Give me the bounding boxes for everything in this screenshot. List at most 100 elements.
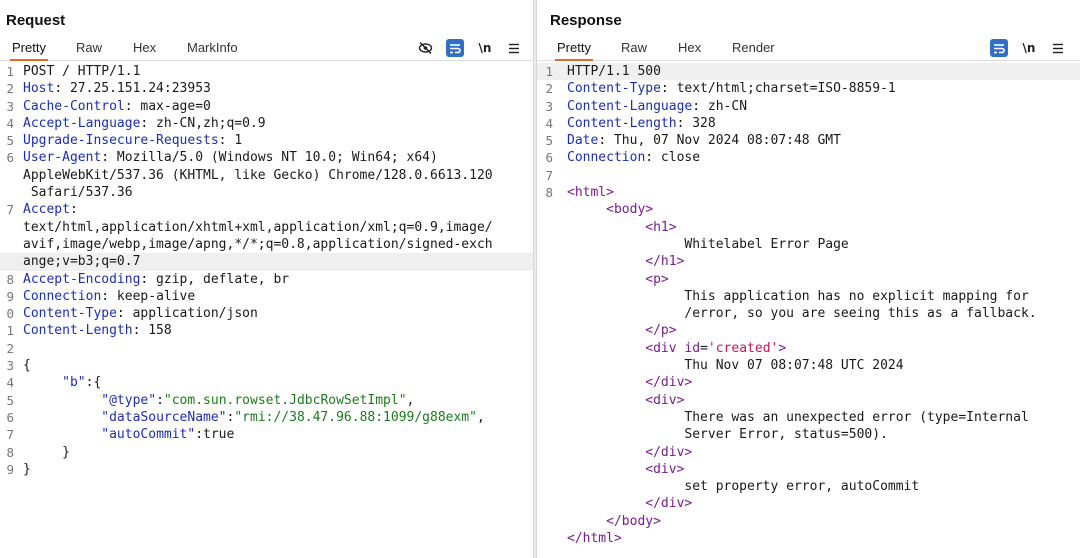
wrap-lines-icon[interactable] xyxy=(990,39,1008,57)
request-tab-markinfo[interactable]: MarkInfo xyxy=(185,40,240,61)
code-text: </h1> xyxy=(567,253,684,270)
line-number: 7 xyxy=(6,202,14,218)
request-tabs: Pretty Raw Hex MarkInfo \n xyxy=(0,36,533,61)
code-token: <div> xyxy=(645,392,685,408)
code-token: "rmi://38.47.96.88:1099/g88exm" xyxy=(234,409,477,425)
code-token: /error, so you are seeing this as a fall… xyxy=(567,306,1037,322)
code-token: avif,image/webp,image/apng,*/*;q=0.8,app… xyxy=(23,236,493,252)
code-text: Server Error, status=500). xyxy=(567,426,888,443)
menu-icon[interactable] xyxy=(1049,39,1067,57)
request-code-line: 8 } xyxy=(0,444,533,461)
response-code-line: Whitelabel Error Page xyxy=(537,236,1080,253)
code-token: Connection xyxy=(23,288,102,304)
code-token: Content-Length xyxy=(567,115,677,131)
code-token: Content-Language xyxy=(567,98,693,114)
code-token: Server Error, status=500). xyxy=(567,427,888,443)
code-token: There was an unexpected error (type=Inte… xyxy=(567,409,1029,425)
code-token: User-Agent xyxy=(23,150,102,166)
code-text: "dataSourceName":"rmi://38.47.96.88:1099… xyxy=(23,409,485,426)
code-token: HTTP/1.1 500 xyxy=(567,64,661,79)
code-token: set property error, autoCommit xyxy=(567,479,920,495)
response-code-line: /error, so you are seeing this as a fall… xyxy=(537,305,1080,322)
response-title: Response xyxy=(550,12,622,29)
response-code-line: Thu Nov 07 08:07:48 UTC 2024 xyxy=(537,357,1080,374)
code-text: There was an unexpected error (type=Inte… xyxy=(567,409,1029,426)
code-token: </p> xyxy=(645,323,677,339)
line-number: 3 xyxy=(6,98,14,114)
request-editor[interactable]: 1 POST / HTTP/1.1 2 Host: 27.25.151.24:2395… xyxy=(0,63,533,558)
response-tab-raw[interactable]: Raw xyxy=(619,40,649,61)
code-token: Connection xyxy=(567,150,646,166)
request-code-line: 5 "@type":"com.sun.rowset.JdbcRowSetImpl… xyxy=(0,392,533,409)
code-token: POST / HTTP/1.1 xyxy=(23,64,141,79)
response-code-line: </html> xyxy=(537,530,1080,547)
code-token: text/html,application/xhtml+xml,applicat… xyxy=(23,219,493,235)
response-code-line: <h1> xyxy=(537,219,1080,236)
request-tab-hex[interactable]: Hex xyxy=(131,40,158,61)
code-text: } xyxy=(23,444,70,461)
code-token: Safari/537.36 xyxy=(23,185,133,201)
line-number: 8 xyxy=(545,185,553,201)
line-number: 5 xyxy=(6,392,14,408)
code-text: </p> xyxy=(567,322,677,339)
request-code-line: Safari/537.36 xyxy=(0,184,533,201)
code-text: /error, so you are seeing this as a fall… xyxy=(567,305,1037,322)
newline-toggle-button[interactable]: \n xyxy=(476,39,494,57)
response-code-line: 2 Content-Type: text/html;charset=ISO-885… xyxy=(537,80,1080,97)
request-code-line: 4 Accept-Language: zh-CN,zh;q=0.9 xyxy=(0,115,533,132)
code-token: id xyxy=(684,340,701,356)
hide-icon[interactable] xyxy=(416,39,434,57)
request-tab-pretty[interactable]: Pretty xyxy=(10,40,48,61)
request-title: Request xyxy=(6,12,66,29)
code-token: "autoCommit" xyxy=(101,427,196,443)
newline-toggle-button[interactable]: \n xyxy=(1020,39,1038,57)
response-code-line: </div> xyxy=(537,374,1080,391)
code-token: :true xyxy=(195,427,235,443)
code-text: "autoCommit":true xyxy=(23,426,234,443)
code-token: "com.sun.rowset.JdbcRowSetImpl" xyxy=(163,392,407,408)
code-token: This application has no explicit mapping… xyxy=(567,288,1029,304)
code-text: Upgrade-Insecure-Requests: 1 xyxy=(23,132,242,149)
code-text: POST / HTTP/1.1 xyxy=(23,63,140,80)
code-token: : Mozilla/5.0 (Windows NT 10.0; Win64; x… xyxy=(101,150,438,166)
line-number: 5 xyxy=(6,133,14,149)
code-token: "@type" xyxy=(101,392,157,408)
response-code-line: <div> xyxy=(537,392,1080,409)
code-text: { xyxy=(23,357,31,374)
menu-icon[interactable] xyxy=(505,39,523,57)
code-token: <body> xyxy=(606,202,654,218)
wrap-lines-icon[interactable] xyxy=(446,39,464,57)
request-code-line: 8 Accept-Encoding: gzip, deflate, br xyxy=(0,271,533,288)
code-token: : Thu, 07 Nov 2024 08:07:48 GMT xyxy=(598,133,841,149)
line-number: 3 xyxy=(6,358,14,374)
response-tab-hex[interactable]: Hex xyxy=(676,40,703,61)
code-text: ange;v=b3;q=0.7 xyxy=(23,253,140,270)
code-text: </div> xyxy=(567,444,692,461)
line-number: 9 xyxy=(6,461,14,477)
code-token: Accept-Encoding xyxy=(23,271,141,287)
response-editor[interactable]: 1 HTTP/1.1 500 2 Content-Type: text/html;ch… xyxy=(537,63,1080,558)
request-code-line: 0 Content-Type: application/json xyxy=(0,305,533,322)
code-token: Whitelabel Error Page xyxy=(567,236,849,252)
line-number: 4 xyxy=(545,115,553,131)
code-token: <p> xyxy=(645,271,669,287)
code-token: = xyxy=(700,340,708,356)
line-number: 4 xyxy=(6,375,14,391)
request-tab-raw[interactable]: Raw xyxy=(74,40,104,61)
line-number: 7 xyxy=(6,427,14,443)
code-token: Accept-Language xyxy=(23,115,141,131)
response-code-line: </body> xyxy=(537,513,1080,530)
request-code-line: 7 "autoCommit":true xyxy=(0,426,533,443)
response-code-line: 7 xyxy=(537,167,1080,184)
code-token: { xyxy=(23,358,31,374)
code-text: Content-Language: zh-CN xyxy=(567,98,747,115)
code-text: Safari/537.36 xyxy=(23,184,133,201)
response-tab-render[interactable]: Render xyxy=(730,40,777,61)
response-tab-pretty[interactable]: Pretty xyxy=(555,40,593,61)
request-code-line: 5 Upgrade-Insecure-Requests: 1 xyxy=(0,132,533,149)
